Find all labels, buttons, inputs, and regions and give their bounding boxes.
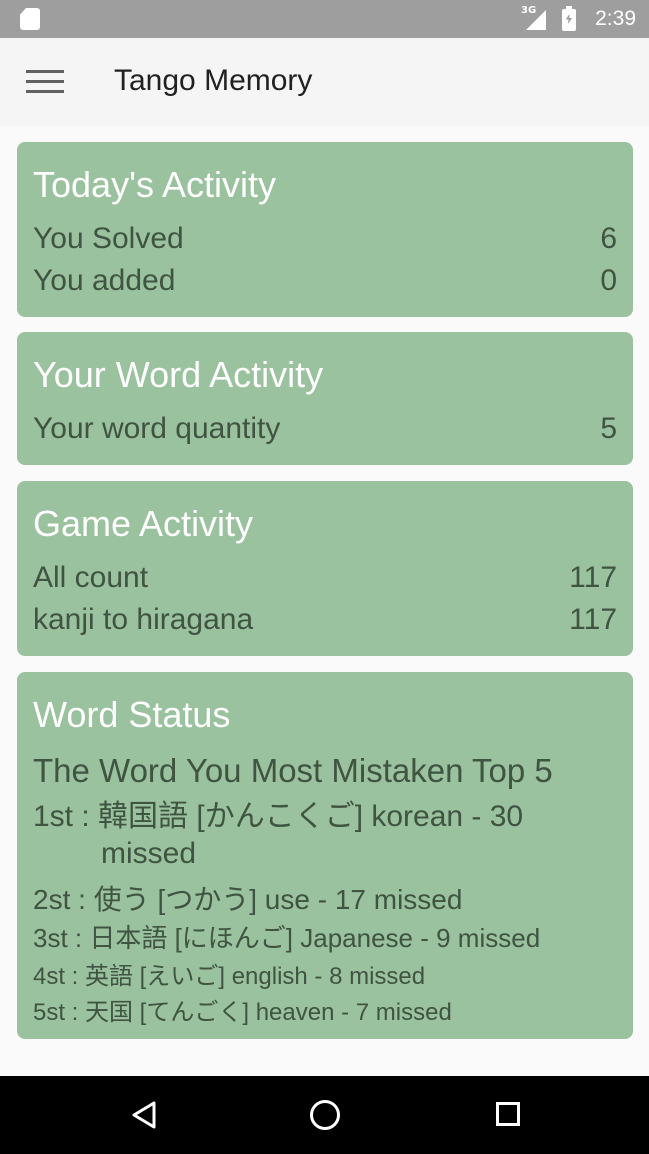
kanji-to-hiragana-value: 117 (569, 603, 617, 636)
status-bar: 3G 2:39 (0, 0, 649, 38)
game-activity-card: Game Activity All count 117 kanji to hir… (17, 481, 633, 656)
sd-card-icon (20, 8, 40, 30)
added-value: 0 (600, 264, 617, 297)
mistake-rank-3: 3st : 日本語 [にほんご] Japanese - 9 missed (33, 923, 541, 953)
solved-label: You Solved (33, 222, 184, 255)
word-quantity-label: Your word quantity (33, 412, 281, 445)
navigation-bar (0, 1076, 649, 1154)
battery-charging-icon (562, 6, 576, 31)
back-icon[interactable] (130, 1100, 160, 1130)
mistake-rank-5: 5st : 天国 [てんごく] heaven - 7 missed (33, 999, 452, 1026)
app-title: Tango Memory (114, 64, 313, 97)
all-count-label: All count (33, 561, 149, 594)
app-bar: Tango Memory (0, 38, 649, 126)
card-title: Word Status (33, 694, 231, 735)
mistake-rank-1-line2: missed (101, 837, 197, 870)
home-icon[interactable] (310, 1100, 340, 1130)
kanji-to-hiragana-label: kanji to hiragana (33, 603, 254, 636)
word-status-card: Word Status The Word You Most Mistaken T… (17, 672, 633, 1039)
card-title: Your Word Activity (33, 354, 324, 395)
menu-icon[interactable] (26, 70, 64, 96)
status-time: 2:39 (595, 7, 636, 30)
network-type-label: 3G (521, 5, 537, 16)
mistake-rank-1-line1: 1st : 韓国語 [かんこくご] korean - 30 (33, 800, 524, 833)
all-count-value: 117 (569, 561, 617, 594)
word-quantity-value: 5 (600, 412, 617, 445)
added-label: You added (33, 264, 176, 297)
top-mistakes-subtitle: The Word You Most Mistaken Top 5 (33, 752, 553, 789)
mistake-rank-4: 4st : 英語 [えいご] english - 8 missed (33, 963, 426, 990)
card-title: Game Activity (33, 503, 254, 544)
mistake-rank-2: 2st : 使う [つかう] use - 17 missed (33, 884, 463, 915)
mistake-rank-1: 1st : 韓国語 [かんこくご] korean - 30 missed (33, 798, 593, 872)
word-activity-card: Your Word Activity Your word quantity 5 (17, 332, 633, 465)
card-title: Today's Activity (33, 164, 276, 205)
solved-value: 6 (600, 222, 617, 255)
recents-icon[interactable] (496, 1102, 520, 1126)
todays-activity-card: Today's Activity You Solved 6 You added … (17, 142, 633, 317)
